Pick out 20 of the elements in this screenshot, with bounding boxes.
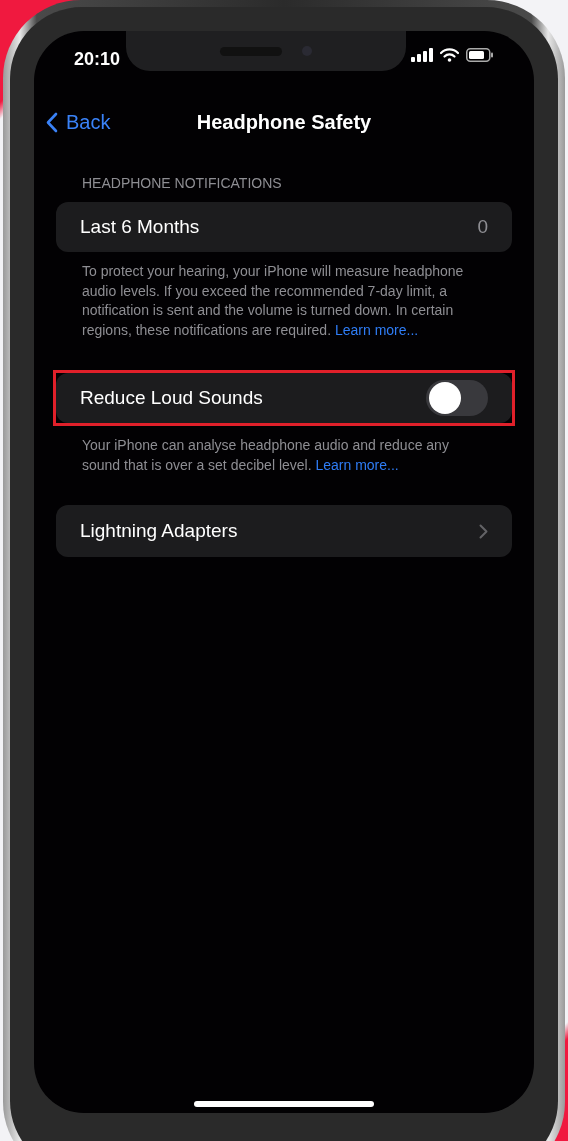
row-label: Lightning Adapters (80, 518, 238, 543)
learn-more-link[interactable]: Learn more... (334, 321, 419, 338)
settings-row[interactable]: Last 6 Months 0 (56, 202, 512, 252)
chevron-left-icon (46, 111, 58, 133)
row-label: Last 6 Months (80, 214, 200, 239)
row-label: Reduce Loud Sounds (80, 385, 263, 410)
screen-title: Headphone Safety (196, 110, 372, 135)
section-footer: To protect your hearing, your iPhone will measure headphone audio levels. If you exceed the recommended 7-day limit, a notification is sent and the volume is turned down. In certain regions, these notifications are required. Learn more... (56, 262, 512, 340)
settings-row[interactable]: Lightning Adapters (56, 505, 512, 557)
row-value: 0 (477, 214, 488, 239)
section-header: HEADPHONE NOTIFICATIONS (81, 174, 283, 193)
back-button[interactable]: Back (46, 107, 111, 137)
chevron-icon (479, 523, 488, 539)
signal-icon (411, 48, 433, 62)
learn-more-link[interactable]: Learn more... (315, 456, 399, 473)
toggle-switch[interactable] (426, 380, 488, 416)
battery-icon (466, 48, 494, 62)
section-footer: Your iPhone can analyse headphone audio and reduce any sound that is over a set decibel level. Learn more... (56, 436, 512, 475)
wifi-icon (440, 48, 459, 62)
status-time: 20:10 (74, 48, 121, 71)
